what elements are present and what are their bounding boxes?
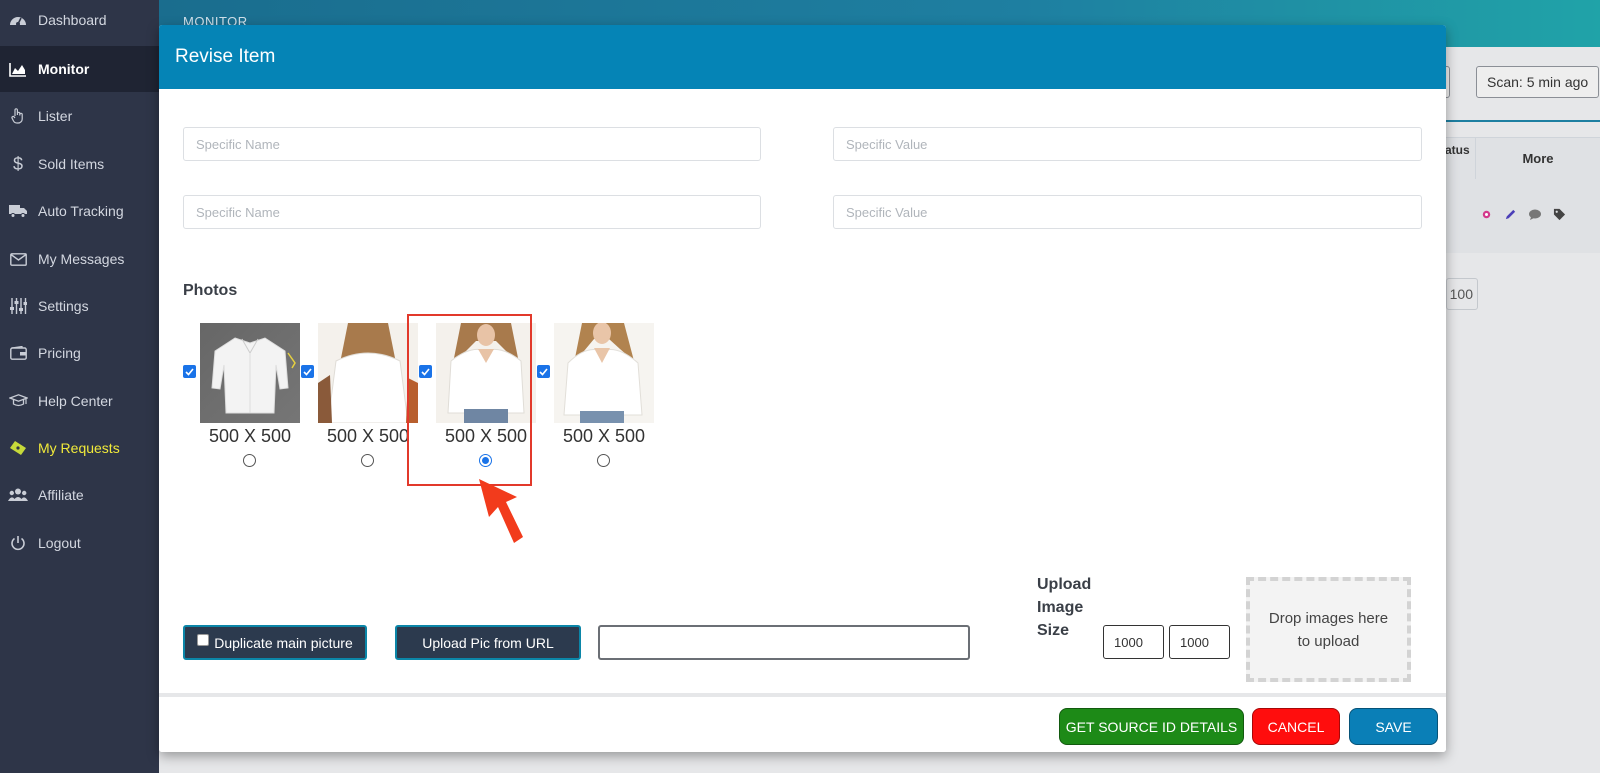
sidebar: Dashboard Monitor Lister $ Sold Items Au… <box>0 0 159 773</box>
modal-header: Revise Item <box>159 25 1446 89</box>
selected-photo-highlight <box>407 314 532 486</box>
photo-include-checkbox[interactable] <box>183 365 196 378</box>
upload-height-input[interactable]: 1000 <box>1169 625 1230 659</box>
background-page-size[interactable]: 100 <box>1446 278 1478 310</box>
pencil-icon[interactable] <box>1504 208 1517 221</box>
save-button[interactable]: SAVE <box>1349 708 1438 745</box>
arrow-pointer-icon <box>479 479 523 543</box>
background-scan-label: Scan: 5 min ago <box>1487 74 1589 90</box>
hand-pointer-icon <box>8 108 28 124</box>
upload-pic-from-url-button[interactable]: Upload Pic from URL <box>395 625 581 660</box>
gear-icon[interactable] <box>1480 208 1493 221</box>
envelope-icon <box>8 252 28 266</box>
users-icon <box>8 488 28 502</box>
cancel-button[interactable]: CANCEL <box>1252 708 1340 745</box>
background-row-actions <box>1480 208 1566 221</box>
photo-item: 500 X 500 <box>183 323 301 473</box>
sidebar-item-auto-tracking[interactable]: Auto Tracking <box>0 188 159 234</box>
background-scan-button[interactable]: Scan: 5 min ago <box>1476 66 1600 98</box>
get-source-id-details-button[interactable]: GET SOURCE ID DETAILS <box>1059 708 1244 745</box>
sidebar-item-label: My Requests <box>38 440 120 456</box>
upload-width-input[interactable]: 1000 <box>1103 625 1164 659</box>
sidebar-item-help-center[interactable]: Help Center <box>0 378 159 424</box>
get-source-id-label: GET SOURCE ID DETAILS <box>1065 718 1238 735</box>
sidebar-item-label: Lister <box>38 108 73 124</box>
sidebar-item-label: Logout <box>38 535 81 551</box>
cancel-label: CANCEL <box>1267 718 1325 735</box>
upload-url-button-label: Upload Pic from URL <box>422 634 554 651</box>
dashboard-icon <box>8 12 28 28</box>
main-photo-radio[interactable] <box>243 454 256 467</box>
revise-item-modal: Revise Item Photos 500 X 500 <box>159 25 1446 752</box>
photo-size-label: 500 X 500 <box>326 426 410 446</box>
duplicate-main-label: Duplicate main picture <box>214 634 353 651</box>
specific-name-input-2[interactable] <box>183 195 761 229</box>
photo-size-label: 500 X 500 <box>562 426 646 446</box>
background-status-header: atus <box>1445 143 1470 157</box>
main-photo-radio[interactable] <box>361 454 374 467</box>
image-dropzone[interactable]: Drop images here to upload <box>1246 577 1411 682</box>
photo-include-checkbox[interactable] <box>537 365 550 378</box>
product-photo[interactable] <box>554 323 654 423</box>
truck-icon <box>8 204 28 218</box>
sidebar-item-sold-items[interactable]: $ Sold Items <box>0 141 159 187</box>
photo-item: 500 X 500 <box>537 323 655 473</box>
specific-value-input-2[interactable] <box>833 195 1422 229</box>
comment-icon[interactable] <box>1528 208 1542 221</box>
product-photo[interactable] <box>318 323 418 423</box>
chart-area-icon <box>8 62 28 77</box>
background-divider <box>1445 120 1600 122</box>
sliders-icon <box>8 298 28 314</box>
ticket-icon <box>8 440 28 456</box>
dollar-icon: $ <box>12 154 23 174</box>
sidebar-item-my-requests[interactable]: My Requests <box>0 425 159 471</box>
photo-include-checkbox[interactable] <box>301 365 314 378</box>
sidebar-item-pricing[interactable]: Pricing <box>0 330 159 376</box>
sidebar-item-label: Sold Items <box>38 156 105 172</box>
tag-icon[interactable] <box>1553 208 1566 221</box>
save-label: SAVE <box>1375 718 1412 735</box>
sidebar-item-label: Monitor <box>38 61 90 77</box>
sidebar-item-label: Dashboard <box>38 12 107 28</box>
sidebar-item-my-messages[interactable]: My Messages <box>0 236 159 282</box>
sidebar-item-label: Auto Tracking <box>38 203 124 219</box>
photo-item: 500 X 500 <box>301 323 419 473</box>
sidebar-item-label: Help Center <box>38 393 113 409</box>
modal-footer: GET SOURCE ID DETAILS CANCEL SAVE <box>159 693 1446 752</box>
wallet-icon <box>8 346 28 360</box>
product-photo[interactable] <box>200 323 300 423</box>
sidebar-item-monitor[interactable]: Monitor <box>0 46 159 92</box>
sidebar-item-logout[interactable]: Logout <box>0 520 159 566</box>
sidebar-item-dashboard[interactable]: Dashboard <box>0 0 159 43</box>
image-url-input[interactable] <box>598 625 970 660</box>
specific-name-input-1[interactable] <box>183 127 761 161</box>
background-more-header: More <box>1475 137 1600 179</box>
sidebar-item-label: Affiliate <box>38 487 84 503</box>
sidebar-item-lister[interactable]: Lister <box>0 93 159 139</box>
sidebar-item-label: My Messages <box>38 251 125 267</box>
sidebar-item-affiliate[interactable]: Affiliate <box>0 472 159 518</box>
specific-value-input-1[interactable] <box>833 127 1422 161</box>
duplicate-main-picture-button[interactable]: Duplicate main picture <box>183 625 367 660</box>
duplicate-main-checkbox[interactable] <box>197 633 210 646</box>
sidebar-item-settings[interactable]: Settings <box>0 283 159 329</box>
graduation-cap-icon <box>8 394 28 408</box>
modal-body: Photos 500 X 500 <box>159 89 1446 693</box>
power-icon <box>8 535 28 551</box>
modal-title: Revise Item <box>175 46 276 67</box>
main-photo-radio[interactable] <box>597 454 610 467</box>
sidebar-item-label: Pricing <box>38 345 81 361</box>
photo-size-label: 500 X 500 <box>208 426 292 446</box>
photos-heading: Photos <box>183 282 238 299</box>
upload-image-size-label: Upload Image Size <box>1037 576 1092 639</box>
sidebar-item-label: Settings <box>38 298 89 314</box>
